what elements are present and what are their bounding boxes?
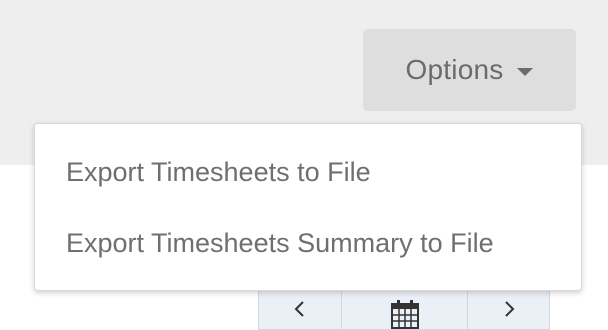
options-label: Options [405,54,504,85]
chevron-right-icon [504,301,514,317]
caret-down-icon [517,68,534,76]
date-navigation [258,290,550,330]
next-date-button[interactable] [468,291,549,329]
options-button[interactable]: Options [363,29,576,111]
calendar-icon [390,300,419,329]
chevron-left-icon [294,301,304,317]
menu-item-label: Export Timesheets to File [66,156,371,187]
menu-item-export-timesheets[interactable]: Export Timesheets to File [35,140,581,204]
options-dropdown-menu: Export Timesheets to File Export Timeshe… [34,123,582,291]
previous-date-button[interactable] [259,291,342,329]
calendar-button[interactable] [342,291,468,329]
menu-item-label: Export Timesheets Summary to File [66,227,494,258]
menu-item-export-timesheets-summary[interactable]: Export Timesheets Summary to File [35,211,581,275]
